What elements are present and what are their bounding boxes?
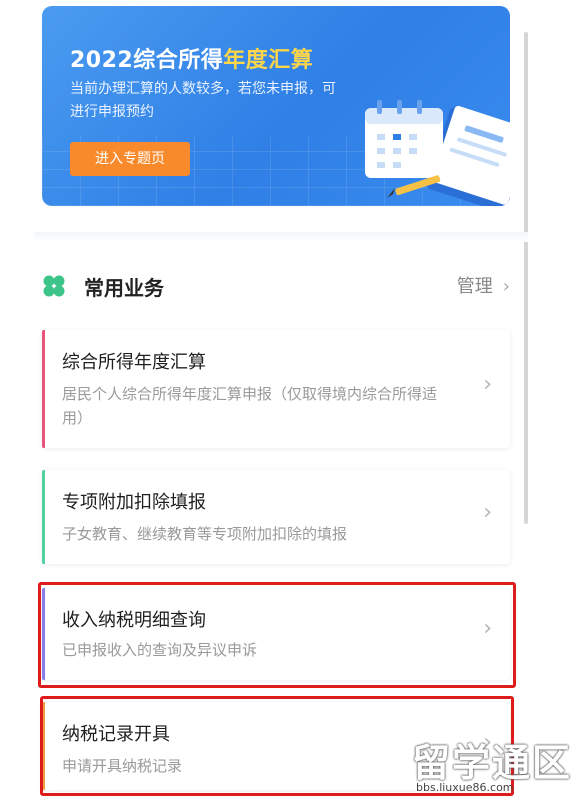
banner-title-highlight: 年度汇算 (223, 48, 314, 73)
service-card-annual-settlement[interactable]: 综合所得年度汇算 居民个人综合所得年度汇算申报（仅取得境内综合所得适用） › (42, 330, 510, 448)
card-title: 综合所得年度汇算 (62, 352, 206, 373)
common-services-header: 常用业务 管理 › (42, 268, 510, 304)
highlight-box (38, 582, 516, 688)
section-divider (34, 232, 528, 242)
card-accent (42, 470, 45, 564)
card-title: 专项附加扣除填报 (62, 492, 206, 513)
site-watermark: 留学通区 bbs.liuxue86.com (412, 732, 572, 796)
promo-banner[interactable]: 2022综合所得年度汇算 当前办理汇算的人数较多，若您未申报，可进行申报预约 进… (42, 6, 510, 206)
chevron-right-icon: › (502, 276, 510, 297)
banner-title-prefix: 2022综合所得 (70, 48, 224, 73)
enter-topic-button[interactable]: 进入专题页 (70, 142, 190, 176)
manage-label: 管理 (456, 276, 493, 297)
service-card-special-deduction[interactable]: 专项附加扣除填报 子女教育、继续教育等专项附加扣除的填报 › (42, 470, 510, 564)
card-accent (42, 330, 45, 448)
manage-link[interactable]: 管理 › (457, 272, 510, 298)
chevron-right-icon: › (483, 372, 492, 397)
chevron-right-icon: › (483, 500, 492, 525)
card-description: 子女教育、继续教育等专项附加扣除的填报 (62, 525, 348, 543)
banner-title: 2022综合所得年度汇算 (70, 42, 313, 74)
watermark-main: 留学通区 (412, 741, 573, 785)
clover-icon (43, 275, 65, 297)
section-title: 常用业务 (84, 276, 164, 300)
calendar-document-icon (365, 100, 510, 206)
card-description: 居民个人综合所得年度汇算申报（仅取得境内综合所得适用） (62, 385, 438, 427)
banner-description: 当前办理汇算的人数较多，若您未申报，可进行申报预约 (70, 81, 336, 120)
scrollbar[interactable] (524, 32, 528, 524)
